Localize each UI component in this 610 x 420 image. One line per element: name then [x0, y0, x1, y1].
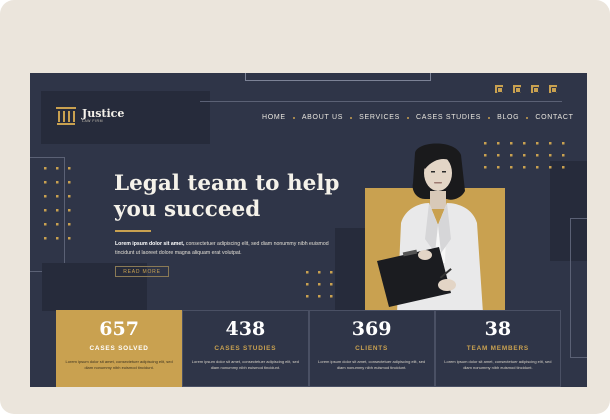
- stat-value: 438: [225, 318, 266, 340]
- hero-description-bold: Lorem ipsum dolor sit amet,: [115, 241, 185, 247]
- hero-title-line-2: you succeed: [114, 197, 261, 222]
- nav-contact[interactable]: CONTACT: [535, 114, 573, 121]
- stat-cases-studies: 438 CASES STUDIES Lorem ipsum dolor sit …: [182, 310, 309, 387]
- stat-label: CLIENTS: [355, 345, 389, 352]
- hero-title-line-1: Legal team to help: [114, 171, 340, 196]
- hero-description: Lorem ipsum dolor sit amet, consectetuer…: [115, 240, 330, 257]
- nav-separator: [292, 116, 295, 119]
- stat-label: CASES SOLVED: [89, 345, 149, 352]
- stat-description: Lorem ipsum dolor sit amet, consectetuer…: [318, 359, 426, 370]
- dot-grid-left: [44, 167, 71, 240]
- hero-title: Legal team to help you succeed: [114, 171, 344, 223]
- stat-value: 38: [484, 318, 512, 340]
- nav-separator: [406, 116, 409, 119]
- title-underline: [115, 230, 151, 232]
- stat-value: 369: [351, 318, 392, 340]
- nav-divider: [200, 101, 562, 102]
- brand-name: Justice: [82, 107, 125, 120]
- right-frame-decoration: [570, 218, 587, 358]
- stat-label: TEAM MEMBERS: [466, 345, 529, 352]
- nav-separator: [526, 116, 529, 119]
- stat-value: 657: [99, 318, 139, 340]
- nav-blog[interactable]: BLOG: [497, 114, 519, 121]
- youtube-icon[interactable]: [531, 85, 539, 93]
- stat-description: Lorem ipsum dolor sit amet, consectetuer…: [444, 359, 552, 370]
- stat-cases-solved: 657 CASES SOLVED Lorem ipsum dolor sit a…: [56, 310, 183, 387]
- brand-logo[interactable]: Justice LAW FIRM: [56, 107, 124, 125]
- nav-separator: [350, 116, 353, 119]
- stat-clients: 369 CLIENTS Lorem ipsum dolor sit amet, …: [308, 310, 435, 387]
- stat-description: Lorem ipsum dolor sit amet, consectetuer…: [65, 359, 173, 370]
- brand-tagline: LAW FIRM: [82, 119, 103, 123]
- top-outline-decoration: [245, 73, 431, 81]
- stat-label: CASES STUDIES: [214, 345, 277, 352]
- read-more-button[interactable]: READ MORE: [115, 266, 169, 277]
- logo-text: Justice LAW FIRM: [82, 108, 124, 124]
- linkedin-icon[interactable]: [549, 85, 557, 93]
- social-links: [495, 85, 557, 93]
- stats-row: 657 CASES SOLVED Lorem ipsum dolor sit a…: [56, 310, 561, 387]
- website-preview: Justice LAW FIRM HOME ABOUT US SERVICES …: [30, 73, 587, 387]
- nav-separator: [488, 116, 491, 119]
- instagram-icon[interactable]: [513, 85, 521, 93]
- nav-home[interactable]: HOME: [262, 114, 286, 121]
- main-nav: HOME ABOUT US SERVICES CASES STUDIES BLO…: [262, 114, 574, 121]
- stat-description: Lorem ipsum dolor sit amet, consectetuer…: [191, 359, 299, 370]
- nav-cases-studies[interactable]: CASES STUDIES: [416, 114, 481, 121]
- stat-team-members: 38 TEAM MEMBERS Lorem ipsum dolor sit am…: [434, 310, 561, 387]
- lawyer-portrait: [377, 143, 483, 313]
- pillars-logo-icon: [56, 107, 76, 125]
- nav-about-us[interactable]: ABOUT US: [302, 114, 343, 121]
- nav-services[interactable]: SERVICES: [359, 114, 400, 121]
- facebook-icon[interactable]: [495, 85, 503, 93]
